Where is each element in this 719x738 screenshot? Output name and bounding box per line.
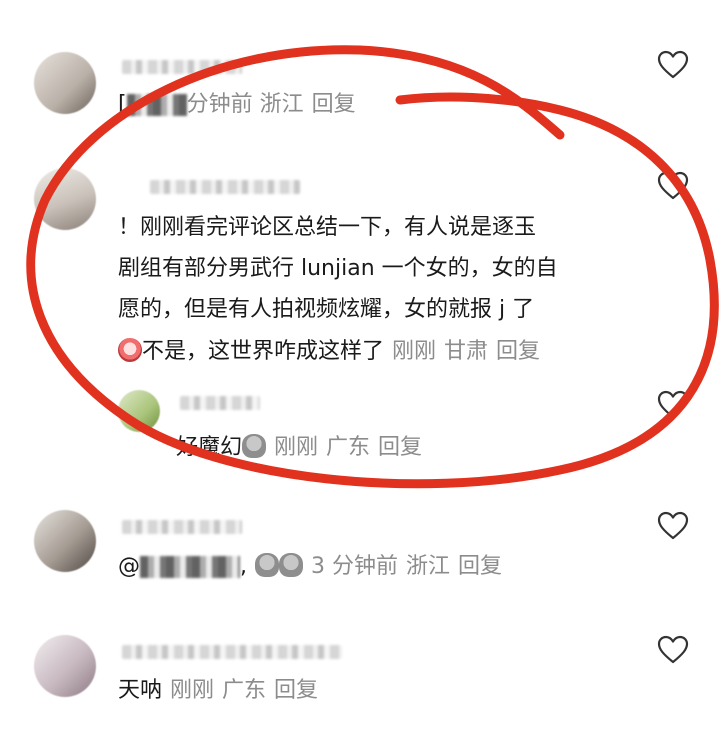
mention-at: @ [118, 554, 140, 579]
comment-time: 刚刚 [170, 678, 215, 703]
crying-emoji-icon [118, 338, 142, 362]
comment-region: 广东 [326, 435, 371, 460]
red-circle-annotation [26, 45, 719, 489]
comment-time: 3 分钟前 [311, 554, 398, 579]
like-icon[interactable] [657, 511, 689, 541]
username[interactable] [122, 645, 342, 659]
username[interactable] [150, 180, 300, 194]
like-icon[interactable] [657, 171, 689, 201]
username[interactable] [122, 60, 242, 74]
like-icon[interactable] [657, 50, 689, 80]
obscured-text [126, 94, 187, 116]
comment-time: 刚刚 [392, 339, 437, 364]
avatar[interactable] [34, 168, 96, 230]
reply-button[interactable]: 回复 [274, 678, 318, 703]
obscured-mention [140, 556, 240, 578]
comment-text: 天呐 [118, 678, 163, 703]
blob-emoji-icon [279, 553, 303, 577]
avatar[interactable] [34, 635, 96, 697]
comment-line-3: 愿的，但是有人拍视频炫耀，女的就报 j 了 [118, 297, 535, 322]
avatar[interactable] [34, 510, 96, 572]
comment-line: @, 3 分钟前 浙江 回复 [118, 553, 502, 580]
comment-line: 天呐 刚刚 广东 回复 [118, 678, 318, 704]
comment-comma: , [240, 554, 247, 579]
reply-button[interactable]: 回复 [378, 435, 422, 460]
username[interactable] [180, 396, 260, 410]
comment-line-4: 不是，这世界咋成这样了 刚刚 甘肃 回复 [118, 338, 540, 365]
comment-region: 广东 [222, 678, 267, 703]
reply-button[interactable]: 回复 [458, 554, 502, 579]
blob-emoji-icon [242, 434, 267, 458]
comment-meta: [ 分钟前 浙江 回复 [118, 92, 356, 118]
comment-time-region: 分钟前 浙江 [186, 92, 304, 117]
comment-time: 刚刚 [274, 435, 319, 460]
avatar[interactable] [118, 390, 160, 432]
like-icon[interactable] [657, 390, 689, 420]
avatar[interactable] [34, 52, 96, 114]
blob-emoji-icon [255, 553, 279, 577]
comment-region: 浙江 [406, 554, 451, 579]
comment-obscured-prefix: [ [118, 92, 127, 117]
comment-line-4-text: 不是，这世界咋成这样了 [142, 339, 385, 364]
reply-button[interactable]: 回复 [312, 92, 356, 117]
subreply-text: 好魔幻 [176, 435, 243, 460]
like-icon[interactable] [657, 635, 689, 665]
comment-line-1: ！刚刚看完评论区总结一下，有人说是逐玉 [118, 215, 537, 240]
comment-line-2: 剧组有部分男武行 lunjian 一个女的，女的自 [118, 256, 558, 281]
reply-button[interactable]: 回复 [496, 339, 540, 364]
subreply-line: 好魔幻 刚刚 广东 回复 [176, 434, 422, 461]
username[interactable] [122, 520, 242, 534]
comment-region: 甘肃 [444, 339, 489, 364]
